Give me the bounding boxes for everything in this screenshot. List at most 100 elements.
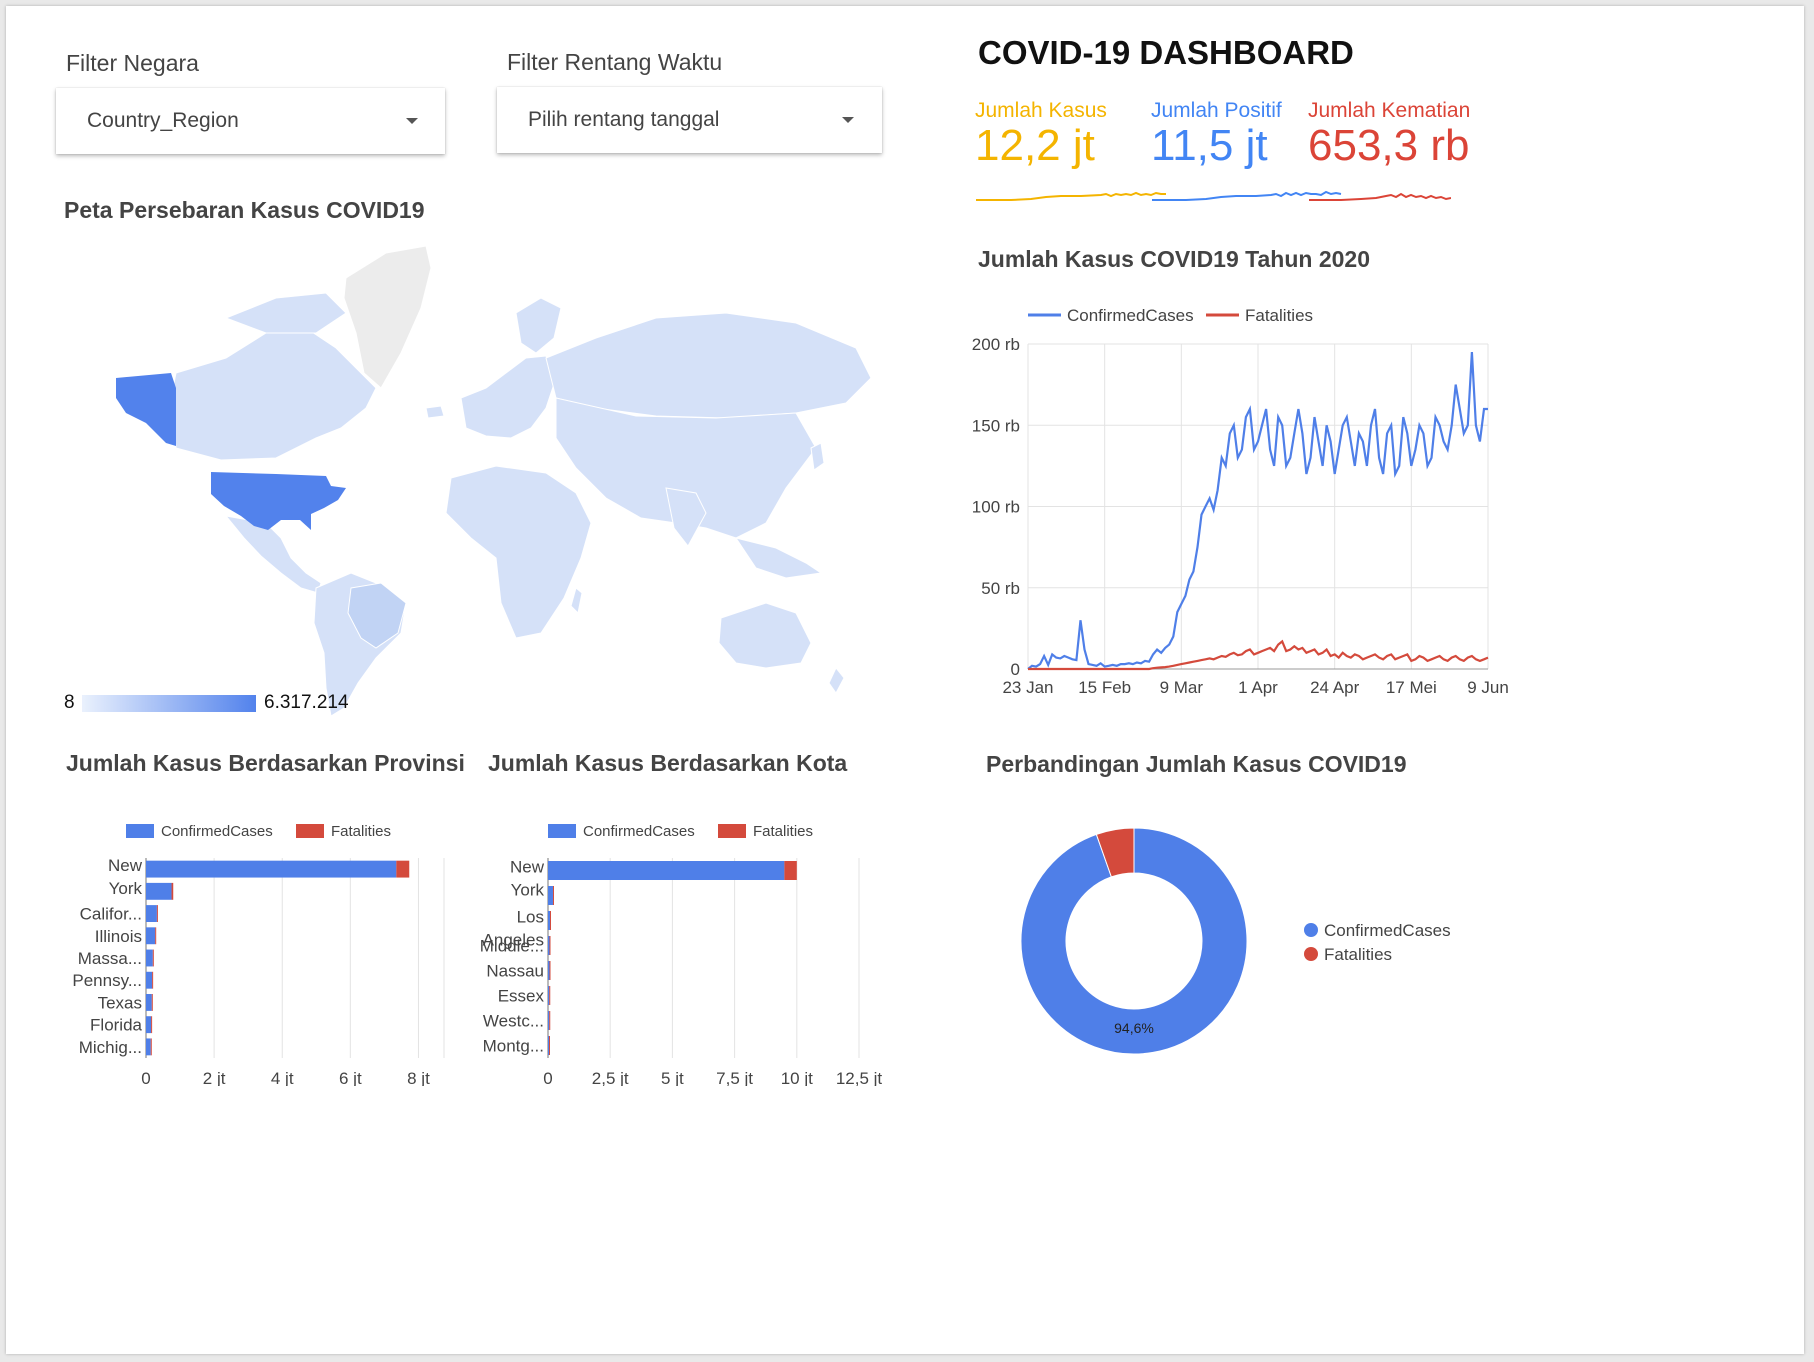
map-title: Peta Persebaran Kasus COVID19 — [64, 197, 425, 223]
donut-slice-label: 94,6% — [1114, 1020, 1154, 1036]
kpi-label-positive: Jumlah Positif — [1151, 99, 1282, 122]
bar-fatalities[interactable] — [549, 936, 551, 955]
map-madagascar — [570, 587, 583, 615]
dashboard-page: Filter Negara Country_Region Filter Rent… — [6, 6, 1804, 1354]
map-color-scale — [82, 695, 256, 712]
bar-confirmedcases[interactable] — [548, 961, 550, 980]
date-filter-dropdown[interactable]: Pilih rentang tanggal — [497, 87, 882, 153]
x-tick-label: 0 — [141, 1069, 150, 1086]
x-tick-label: 6 jt — [339, 1069, 362, 1086]
bar-fatalities[interactable] — [549, 1011, 551, 1030]
line-legend: ConfirmedCases Fatalities — [1028, 306, 1313, 325]
bar-fatalities[interactable] — [171, 882, 174, 900]
x-tick-label: 23 Jan — [1002, 678, 1053, 697]
line-chart-title: Jumlah Kasus COVID19 Tahun 2020 — [978, 246, 1370, 272]
map-scale-min: 8 — [64, 692, 75, 713]
legend-dot-fatalities — [1304, 947, 1318, 961]
bar-fatalities[interactable] — [784, 861, 797, 880]
kpi-value-deaths: 653,3 rb — [1308, 121, 1470, 170]
map-australia — [718, 602, 812, 669]
bar-fatalities[interactable] — [548, 1036, 550, 1055]
legend-label-fatalities: Fatalities — [753, 823, 813, 840]
x-tick-label: 24 Apr — [1310, 678, 1359, 697]
bar-fatalities[interactable] — [151, 994, 153, 1011]
bar-confirmedcases[interactable] — [548, 911, 550, 930]
category-label: Middle... — [480, 937, 544, 956]
date-filter-label: Filter Rentang Waktu — [507, 49, 723, 75]
country-filter-value: Country_Region — [87, 109, 239, 132]
bar-confirmedcases[interactable] — [146, 860, 397, 878]
map-southeast-asia — [734, 537, 823, 579]
legend-label-confirmed: ConfirmedCases — [583, 823, 695, 840]
map-alaska — [116, 373, 176, 446]
city-bar-chart[interactable]: ConfirmedCases Fatalities 0 2,5 jt 5 jt 7,5 j… — [466, 806, 886, 1086]
bar-confirmedcases[interactable] — [146, 927, 156, 945]
bar-confirmedcases[interactable] — [146, 1038, 151, 1056]
x-tick-label: 1 Apr — [1238, 678, 1278, 697]
bar-fatalities[interactable] — [552, 886, 554, 905]
x-tick-label: 12,5 jt — [836, 1069, 883, 1086]
category-label: Westc... — [483, 1012, 544, 1031]
bar-fatalities[interactable] — [549, 961, 551, 980]
x-tick-label: 9 Mar — [1160, 678, 1204, 697]
x-tick-label: 2 jt — [203, 1069, 226, 1086]
category-label: Pennsy... — [72, 971, 142, 990]
world-map[interactable] — [76, 238, 876, 728]
map-scale-max: 6.317.214 — [264, 692, 349, 713]
bar-fatalities[interactable] — [396, 860, 410, 878]
bar-confirmedcases[interactable] — [548, 886, 553, 905]
bar-confirmedcases[interactable] — [548, 986, 550, 1005]
province-bar-chart[interactable]: ConfirmedCases Fatalities 0 2 jt 4 jt 6 jt 8 j… — [46, 806, 476, 1086]
bar-fatalities[interactable] — [151, 1016, 153, 1034]
legend-label-fatalities: Fatalities — [1324, 945, 1392, 964]
y-tick-label: 100 rb — [972, 498, 1020, 517]
x-tick-label: 10 jt — [781, 1069, 813, 1086]
bar-fatalities[interactable] — [152, 949, 154, 967]
bar-confirmedcases[interactable] — [548, 936, 550, 955]
category-label: Michig... — [79, 1038, 142, 1057]
legend-dot-confirmedcases — [1304, 923, 1318, 937]
map-scandinavia — [515, 297, 562, 354]
category-label: York — [109, 879, 143, 898]
bar-fatalities[interactable] — [549, 911, 551, 930]
bar-confirmedcases[interactable] — [548, 861, 785, 880]
category-label: Texas — [98, 993, 142, 1012]
bar-fatalities[interactable] — [150, 1038, 152, 1056]
line-chart[interactable]: ConfirmedCases Fatalities 23 Jan 15 Feb 9 Ma… — [956, 286, 1531, 716]
bar-confirmedcases[interactable] — [548, 1011, 550, 1030]
category-label: New — [108, 856, 143, 875]
country-filter-dropdown[interactable]: Country_Region — [56, 88, 445, 154]
map-russia — [545, 312, 872, 419]
map-mexico — [224, 515, 322, 594]
bar-confirmedcases[interactable] — [146, 949, 153, 967]
category-label: Montg... — [483, 1037, 544, 1056]
y-tick-label: 0 — [1011, 660, 1020, 679]
bar-legend: ConfirmedCases Fatalities — [548, 823, 813, 840]
map-africa — [445, 465, 592, 639]
kpi-label-cases: Jumlah Kasus — [975, 99, 1107, 122]
bar-confirmedcases[interactable] — [146, 905, 157, 922]
legend-swatch-fatalities — [718, 824, 746, 838]
kpi-value-cases: 12,2 jt — [975, 121, 1095, 170]
donut-chart[interactable]: 94,6% ConfirmedCases Fatalities — [996, 806, 1456, 1066]
bar-fatalities[interactable] — [152, 971, 154, 989]
x-tick-label: 9 Jun — [1467, 678, 1509, 697]
x-tick-label: 15 Feb — [1078, 678, 1131, 697]
x-tick-label: 7,5 jt — [716, 1069, 753, 1086]
country-filter-label: Filter Negara — [66, 50, 199, 76]
legend-swatch-confirmed — [548, 824, 576, 838]
chevron-down-icon[interactable] — [842, 117, 854, 123]
donut-chart-title: Perbandingan Jumlah Kasus COVID19 — [986, 751, 1407, 777]
bar-confirmedcases[interactable] — [548, 1036, 549, 1055]
bar-fatalities[interactable] — [549, 986, 551, 1005]
bar-confirmedcases[interactable] — [146, 994, 152, 1011]
bar-confirmedcases[interactable] — [146, 882, 172, 900]
bar-confirmedcases[interactable] — [146, 971, 153, 989]
sparkline-cases — [976, 191, 1166, 201]
bar-fatalities[interactable] — [156, 905, 158, 922]
bar-fatalities[interactable] — [155, 927, 157, 945]
chevron-down-icon[interactable] — [406, 118, 418, 124]
map-arctic-islands — [224, 292, 347, 334]
map-greenland — [343, 245, 432, 389]
bar-confirmedcases[interactable] — [146, 1016, 152, 1034]
